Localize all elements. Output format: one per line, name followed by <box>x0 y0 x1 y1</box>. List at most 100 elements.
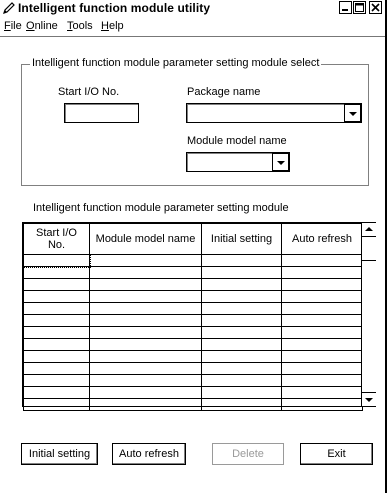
table-cell[interactable] <box>281 278 363 291</box>
column-header-module-model[interactable]: Module model name <box>89 223 202 255</box>
table-cell[interactable] <box>201 314 282 327</box>
table-cell[interactable] <box>23 362 90 375</box>
initial-setting-button[interactable]: Initial setting <box>21 443 98 465</box>
table-cell[interactable] <box>201 338 282 351</box>
table-cell[interactable] <box>23 302 90 315</box>
table-cell[interactable] <box>23 266 90 279</box>
window-title: Intelligent function module utility <box>18 1 211 15</box>
delete-button[interactable]: Delete <box>212 443 284 465</box>
table-cell[interactable] <box>89 266 202 279</box>
table-cell[interactable] <box>201 302 282 315</box>
table-scrollbar[interactable] <box>361 223 376 406</box>
table-cell[interactable] <box>89 278 202 291</box>
table-cell[interactable] <box>201 326 282 339</box>
table-cell[interactable] <box>22 253 91 268</box>
table-cell[interactable] <box>23 374 90 387</box>
table-cell[interactable] <box>201 278 282 291</box>
table-cell[interactable] <box>89 362 202 375</box>
main-window: Intelligent function module utility File… <box>0 0 387 493</box>
auto-refresh-button[interactable]: Auto refresh <box>112 443 186 465</box>
column-header-auto-refresh[interactable]: Auto refresh <box>281 223 363 255</box>
menu-file[interactable]: File <box>4 20 22 32</box>
table-cell[interactable] <box>281 290 363 303</box>
close-button[interactable] <box>369 1 382 14</box>
table-cell[interactable] <box>23 398 90 411</box>
table-cell[interactable] <box>23 278 90 291</box>
minimize-icon <box>342 9 348 11</box>
table-cell[interactable] <box>23 290 90 303</box>
table-cell[interactable] <box>281 398 363 411</box>
table-cell[interactable] <box>281 266 363 279</box>
scroll-up-icon[interactable] <box>362 223 376 237</box>
table-row[interactable] <box>23 338 363 351</box>
table-cell[interactable] <box>89 338 202 351</box>
pen-icon <box>2 1 16 15</box>
table-cell[interactable] <box>201 362 282 375</box>
table-row[interactable] <box>23 350 363 363</box>
table-cell[interactable] <box>201 254 282 267</box>
chevron-down-icon[interactable] <box>344 104 361 122</box>
table-cell[interactable] <box>89 350 202 363</box>
title-bar: Intelligent function module utility <box>0 0 385 18</box>
table-row[interactable] <box>23 386 363 399</box>
table-row[interactable] <box>23 398 363 411</box>
menu-tools[interactable]: Tools <box>67 20 93 32</box>
table-cell[interactable] <box>281 302 363 315</box>
table-cell[interactable] <box>23 338 90 351</box>
table-cell[interactable] <box>281 362 363 375</box>
column-header-initial-setting[interactable]: Initial setting <box>201 223 282 255</box>
table-row[interactable] <box>23 326 363 339</box>
table-cell[interactable] <box>23 386 90 399</box>
table-cell[interactable] <box>281 326 363 339</box>
scroll-thumb[interactable] <box>362 237 376 261</box>
table-cell[interactable] <box>281 374 363 387</box>
table-cell[interactable] <box>89 398 202 411</box>
table-cell[interactable] <box>201 398 282 411</box>
table-row[interactable] <box>23 278 363 291</box>
table-row[interactable] <box>23 314 363 327</box>
table-cell[interactable] <box>281 386 363 399</box>
table-cell[interactable] <box>89 386 202 399</box>
menu-help[interactable]: Help <box>101 20 124 32</box>
table-cell[interactable] <box>89 290 202 303</box>
start-io-input[interactable] <box>64 103 139 123</box>
exit-button[interactable]: Exit <box>300 443 373 465</box>
maximize-button[interactable] <box>353 1 366 14</box>
column-header-start-io[interactable]: Start I/O No. <box>23 223 90 255</box>
param-table-title: Intelligent function module parameter se… <box>33 202 289 214</box>
table-cell[interactable] <box>23 314 90 327</box>
table-cell[interactable] <box>201 266 282 279</box>
table-cell[interactable] <box>23 350 90 363</box>
table-row[interactable] <box>23 374 363 387</box>
table-cell[interactable] <box>201 386 282 399</box>
table-cell[interactable] <box>201 350 282 363</box>
table-cell[interactable] <box>281 350 363 363</box>
table-cell[interactable] <box>89 314 202 327</box>
package-name-select[interactable] <box>186 103 362 123</box>
table-cell[interactable] <box>89 326 202 339</box>
module-model-select[interactable] <box>186 152 290 172</box>
package-name-label: Package name <box>187 86 261 98</box>
chevron-down-icon[interactable] <box>272 153 289 171</box>
module-model-label: Module model name <box>187 135 287 147</box>
table-cell[interactable] <box>281 254 363 267</box>
table-cell[interactable] <box>201 374 282 387</box>
table-cell[interactable] <box>89 254 202 267</box>
table-cell[interactable] <box>201 290 282 303</box>
table-row[interactable] <box>23 362 363 375</box>
table-cell[interactable] <box>23 326 90 339</box>
table-cell[interactable] <box>281 338 363 351</box>
table-cell[interactable] <box>281 314 363 327</box>
close-icon <box>371 3 380 12</box>
minimize-button[interactable] <box>339 1 352 14</box>
maximize-icon <box>355 3 364 12</box>
table-cell[interactable] <box>89 374 202 387</box>
table-header-row: Start I/O No. Module model name Initial … <box>23 223 363 255</box>
scroll-down-icon[interactable] <box>362 392 376 406</box>
table-row[interactable] <box>23 266 363 279</box>
table-row[interactable] <box>22 253 363 268</box>
menu-online[interactable]: Online <box>26 20 58 32</box>
table-cell[interactable] <box>89 302 202 315</box>
table-row[interactable] <box>23 290 363 303</box>
table-row[interactable] <box>23 302 363 315</box>
